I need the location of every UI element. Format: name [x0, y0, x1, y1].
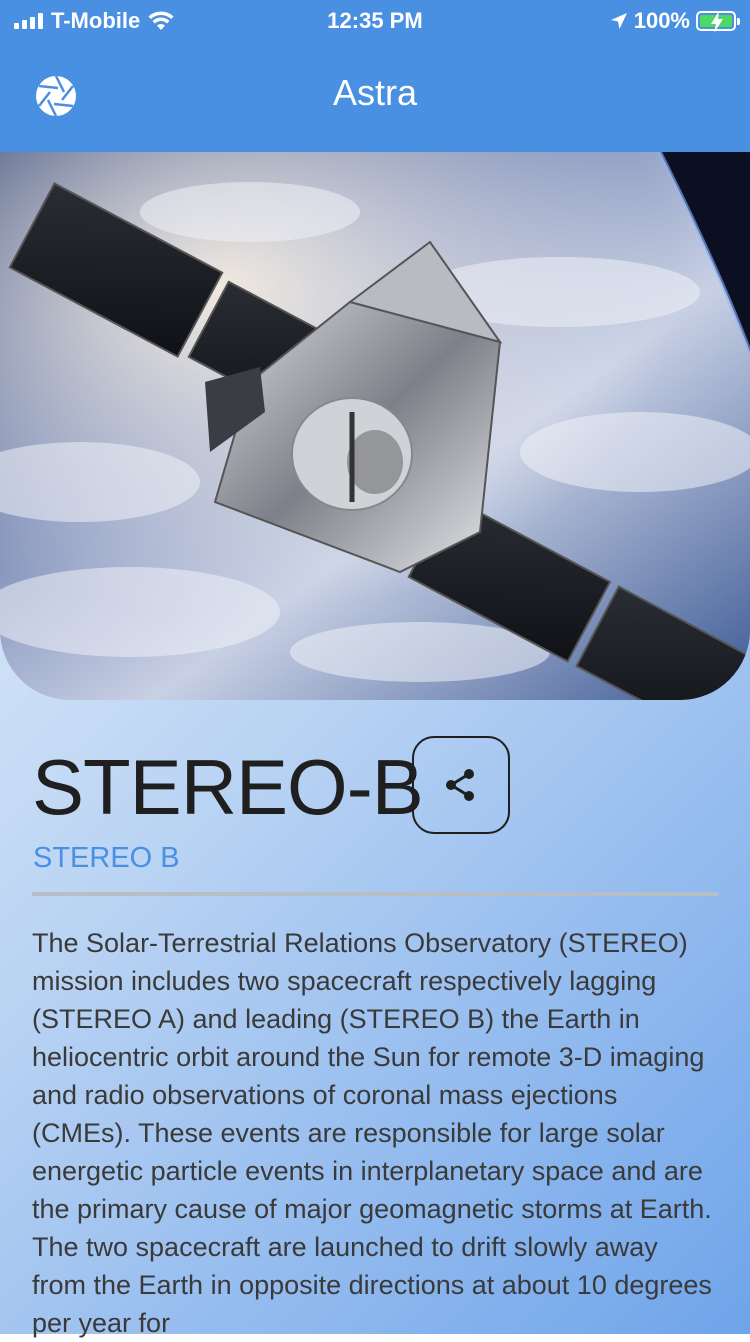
share-icon: [446, 769, 474, 801]
battery-percent: 100%: [633, 8, 690, 33]
top-bar: T-Mobile 12:35 PM 100% Astra: [0, 0, 750, 152]
mission-subtitle: STEREO B: [33, 842, 180, 874]
app-title: Astra: [332, 72, 418, 113]
navigation-bar: Astra: [0, 40, 750, 152]
section-divider: [32, 892, 718, 896]
status-bar: T-Mobile 12:35 PM 100%: [0, 0, 750, 40]
battery-icon: [696, 11, 740, 33]
satellite-image: [0, 152, 750, 700]
status-right: 100%: [610, 8, 740, 34]
location-arrow-icon: [610, 13, 627, 29]
share-button[interactable]: [412, 736, 510, 834]
mission-title: STEREO-B: [32, 743, 424, 831]
mission-description: The Solar-Terrestrial Relations Observat…: [32, 928, 712, 1338]
